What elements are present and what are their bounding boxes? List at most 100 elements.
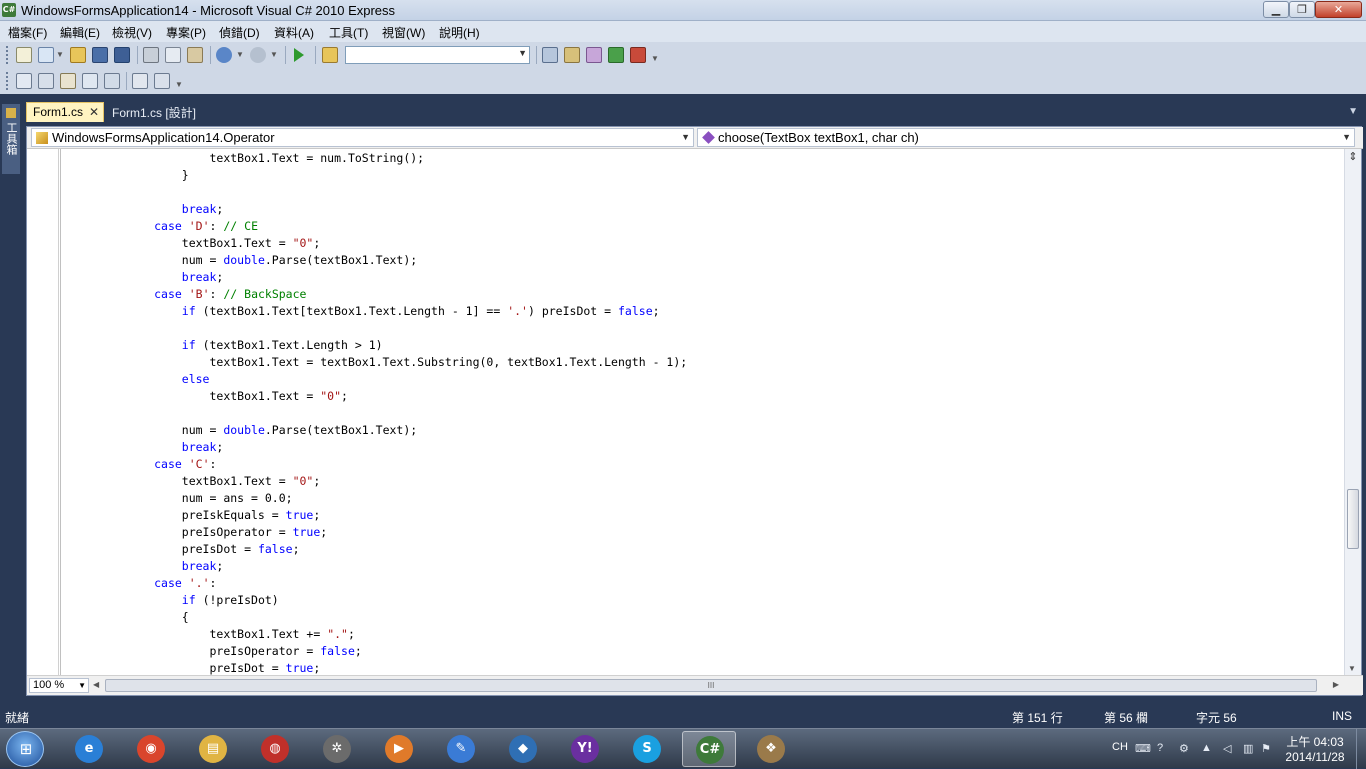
uncomment-lines-icon[interactable] (154, 73, 170, 89)
maximize-button[interactable]: ❐ (1289, 1, 1315, 18)
toolbar-overflow-icon[interactable]: ▼ (651, 51, 659, 67)
horizontal-scroll-thumb[interactable]: III (105, 679, 1317, 692)
tab-form1-cs-design[interactable]: Form1.cs [設計] (106, 102, 202, 122)
start-debugging-icon[interactable] (294, 48, 304, 62)
system-tray: CH ⌨ ? ⚙ ▲ ◁ ▥ ⚑ 上午 04:03 2014/11/28 (1105, 729, 1366, 769)
keyboard-icon[interactable]: ⌨ (1135, 742, 1151, 755)
toolbar-separator (210, 46, 211, 64)
menu-debug[interactable]: 偵錯(D) (219, 24, 260, 41)
taskbar-skype[interactable]: S (620, 731, 674, 767)
code-line: if (textBox1.Text.Length > 1) (71, 337, 383, 354)
toolbox-icon[interactable] (586, 47, 602, 63)
taskbar-internet-explorer[interactable]: e (62, 731, 116, 767)
member-combo[interactable]: choose(TextBox textBox1, char ch) ▼ (697, 128, 1355, 147)
code-token: textBox1.Text = num.ToString(); (71, 151, 425, 165)
show-desktop-button[interactable] (1356, 729, 1366, 769)
clock-date[interactable]: 2014/11/28 (1275, 750, 1355, 764)
scroll-right-icon[interactable]: ▶ (1333, 680, 1339, 689)
undo-icon[interactable] (216, 47, 232, 63)
class-combo[interactable]: WindowsFormsApplication14.Operator ▼ (31, 128, 694, 147)
complete-word-icon[interactable] (82, 73, 98, 89)
code-token: break (181, 440, 217, 454)
toolbar-grip[interactable] (6, 72, 9, 90)
ime-options-icon[interactable]: ⚙ (1179, 742, 1189, 755)
network-icon[interactable]: ▥ (1243, 742, 1253, 755)
indicator-margin[interactable] (27, 149, 59, 675)
copy-icon[interactable] (165, 47, 181, 63)
code-editor[interactable]: WindowsFormsApplication14.Operator ▼ cho… (26, 126, 1363, 696)
code-text-area[interactable]: textBox1.Text = num.ToString(); } break;… (71, 150, 1341, 675)
code-token: if (181, 304, 196, 318)
paste-icon[interactable] (187, 47, 203, 63)
taskbar-shield-app[interactable]: ◆ (496, 731, 550, 767)
menu-edit[interactable]: 編輯(E) (60, 24, 100, 41)
indent-icon[interactable] (104, 73, 120, 89)
title-bar: C# WindowsFormsApplication14 - Microsoft… (0, 0, 1366, 21)
new-project-icon[interactable] (16, 47, 32, 63)
tab-label: Form1.cs (33, 105, 84, 119)
open-file-icon[interactable] (70, 47, 86, 63)
save-all-icon[interactable] (114, 47, 130, 63)
object-members-icon[interactable] (16, 73, 32, 89)
code-token: ; (320, 525, 328, 539)
toolbar-separator (126, 72, 127, 90)
close-icon[interactable]: ✕ (89, 105, 99, 119)
redo-icon[interactable] (250, 47, 266, 63)
taskbar-chrome[interactable]: ◉ (124, 731, 178, 767)
properties-icon[interactable] (564, 47, 580, 63)
vertical-scrollbar[interactable]: ⇕ ▼ (1344, 149, 1361, 675)
menu-view[interactable]: 檢視(V) (112, 24, 152, 41)
quick-info-icon[interactable] (60, 73, 76, 89)
menu-data[interactable]: 資料(A) (274, 24, 314, 41)
extension-manager-icon[interactable] (630, 47, 646, 63)
menu-project[interactable]: 專案(P) (166, 24, 206, 41)
chevron-down-icon[interactable]: ▼ (270, 47, 278, 63)
tab-form1-cs[interactable]: Form1.cs ✕ (26, 102, 104, 122)
chevron-down-icon[interactable]: ▼ (56, 47, 64, 63)
toolbox-tab[interactable]: 工具箱 (2, 104, 20, 174)
find-in-files-icon[interactable] (322, 47, 338, 63)
code-token: preIsDot = (71, 542, 258, 556)
close-button[interactable]: ✕ (1315, 1, 1362, 18)
scroll-left-icon[interactable]: ◀ (93, 680, 99, 689)
zoom-combo[interactable]: 100 % ▼ (29, 678, 89, 693)
menu-window[interactable]: 視窗(W) (382, 24, 425, 41)
chevron-down-icon[interactable]: ▼ (236, 47, 244, 63)
toolbar-overflow-icon[interactable]: ▼ (175, 77, 183, 93)
minimize-button[interactable]: ▁ (1263, 1, 1289, 18)
volume-icon[interactable]: ◁ (1223, 742, 1231, 755)
taskbar-media-reel[interactable]: ✲ (310, 731, 364, 767)
taskbar-media-player[interactable]: ▶ (372, 731, 426, 767)
parameter-info-icon[interactable] (38, 73, 54, 89)
menu-tools[interactable]: 工具(T) (329, 24, 368, 41)
split-handle-icon[interactable]: ⇕ (1347, 151, 1359, 163)
vertical-scroll-thumb[interactable] (1347, 489, 1359, 549)
scroll-down-icon[interactable]: ▼ (1348, 664, 1356, 673)
toolbar-grip[interactable] (6, 46, 9, 64)
help-icon[interactable]: ? (1157, 742, 1163, 754)
taskbar-paint-palette[interactable]: ❖ (744, 731, 798, 767)
tab-overflow-icon[interactable]: ▼ (1348, 106, 1358, 117)
solution-explorer-icon[interactable] (542, 47, 558, 63)
start-button[interactable]: ⊞ (6, 731, 44, 767)
cut-icon[interactable] (143, 47, 159, 63)
chrome-icon: ◉ (137, 735, 165, 763)
clock-time[interactable]: 上午 04:03 (1280, 733, 1350, 750)
menu-file[interactable]: 檔案(F) (8, 24, 47, 41)
taskbar-app-red[interactable]: ◍ (248, 731, 302, 767)
taskbar-yahoo-messenger[interactable]: Y! (558, 731, 612, 767)
tray-expand-icon[interactable]: ▲ (1201, 742, 1212, 754)
add-item-icon[interactable] (38, 47, 54, 63)
language-indicator[interactable]: CH (1112, 741, 1128, 753)
code-token: : (209, 576, 217, 590)
code-token: : (209, 287, 224, 301)
save-icon[interactable] (92, 47, 108, 63)
taskbar-visual-csharp[interactable]: C# (682, 731, 736, 767)
comment-lines-icon[interactable] (132, 73, 148, 89)
solution-config-combo[interactable]: ▼ (345, 46, 530, 64)
taskbar-paint-tool[interactable]: ✎ (434, 731, 488, 767)
taskbar-file-explorer[interactable]: ▤ (186, 731, 240, 767)
menu-help[interactable]: 說明(H) (439, 24, 480, 41)
action-center-icon[interactable]: ⚑ (1261, 742, 1271, 755)
start-page-icon[interactable] (608, 47, 624, 63)
